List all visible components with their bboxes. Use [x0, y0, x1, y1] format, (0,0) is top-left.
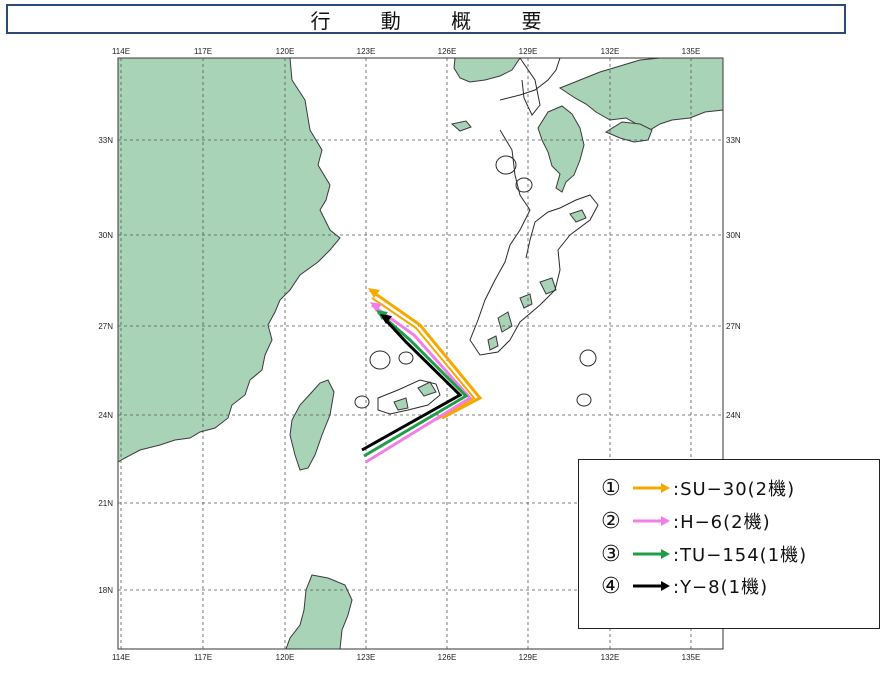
orange-arrow-icon — [633, 483, 670, 493]
legend-number: ④ — [601, 573, 621, 599]
lon-tick-label: 132E — [601, 47, 620, 56]
legend-label: :Y−8(1機) — [673, 577, 769, 598]
lon-tick-label: 123E — [357, 653, 376, 662]
legend-item: ③ :TU−154(1機) — [601, 540, 807, 568]
lat-tick-label: 30N — [98, 231, 113, 240]
legend-label: :SU−30(2機) — [673, 479, 796, 500]
legend-label: :H−6(2機) — [673, 512, 771, 533]
lon-tick-label: 117E — [194, 653, 212, 662]
lon-tick-label: 114E — [112, 653, 130, 662]
black-arrow-icon — [633, 581, 670, 591]
legend-item: ① :SU−30(2機) — [601, 474, 795, 502]
lon-tick-label: 126E — [438, 47, 457, 56]
legend-item: ② :H−6(2機) — [601, 507, 771, 535]
lon-tick-label: 120E — [276, 47, 295, 56]
legend-number: ③ — [601, 541, 621, 567]
lon-tick-label: 120E — [276, 653, 295, 662]
pink-arrow-icon — [633, 516, 670, 526]
lat-tick-label: 21N — [98, 499, 113, 508]
lon-tick-label: 123E — [357, 47, 376, 56]
lon-tick-label: 129E — [519, 47, 538, 56]
lat-tick-label: 33N — [98, 136, 113, 145]
lon-tick-label: 114E — [112, 47, 130, 56]
lat-tick-label: 30N — [726, 231, 741, 240]
legend-number: ② — [601, 508, 621, 534]
lat-tick-label: 27N — [98, 322, 113, 331]
lon-tick-label: 117E — [194, 47, 212, 56]
lon-tick-label: 132E — [601, 653, 620, 662]
legend-label: :TU−154(1機) — [673, 545, 808, 566]
legend-item: ④ :Y−8(1機) — [601, 572, 768, 600]
lon-tick-label: 126E — [438, 653, 457, 662]
lat-tick-label: 18N — [98, 586, 113, 595]
lon-tick-label: 129E — [519, 653, 538, 662]
lat-tick-label: 27N — [726, 322, 741, 331]
legend-number: ① — [601, 475, 621, 501]
lat-tick-label: 33N — [726, 136, 741, 145]
lon-tick-label: 135E — [682, 47, 701, 56]
lon-tick-label: 135E — [682, 653, 701, 662]
lat-tick-label: 24N — [98, 411, 113, 420]
green-arrow-icon — [633, 549, 670, 559]
lat-tick-label: 24N — [726, 411, 741, 420]
legend: ① :SU−30(2機) ② :H−6(2機) ③ :TU−154(1機) ④ … — [578, 459, 880, 629]
